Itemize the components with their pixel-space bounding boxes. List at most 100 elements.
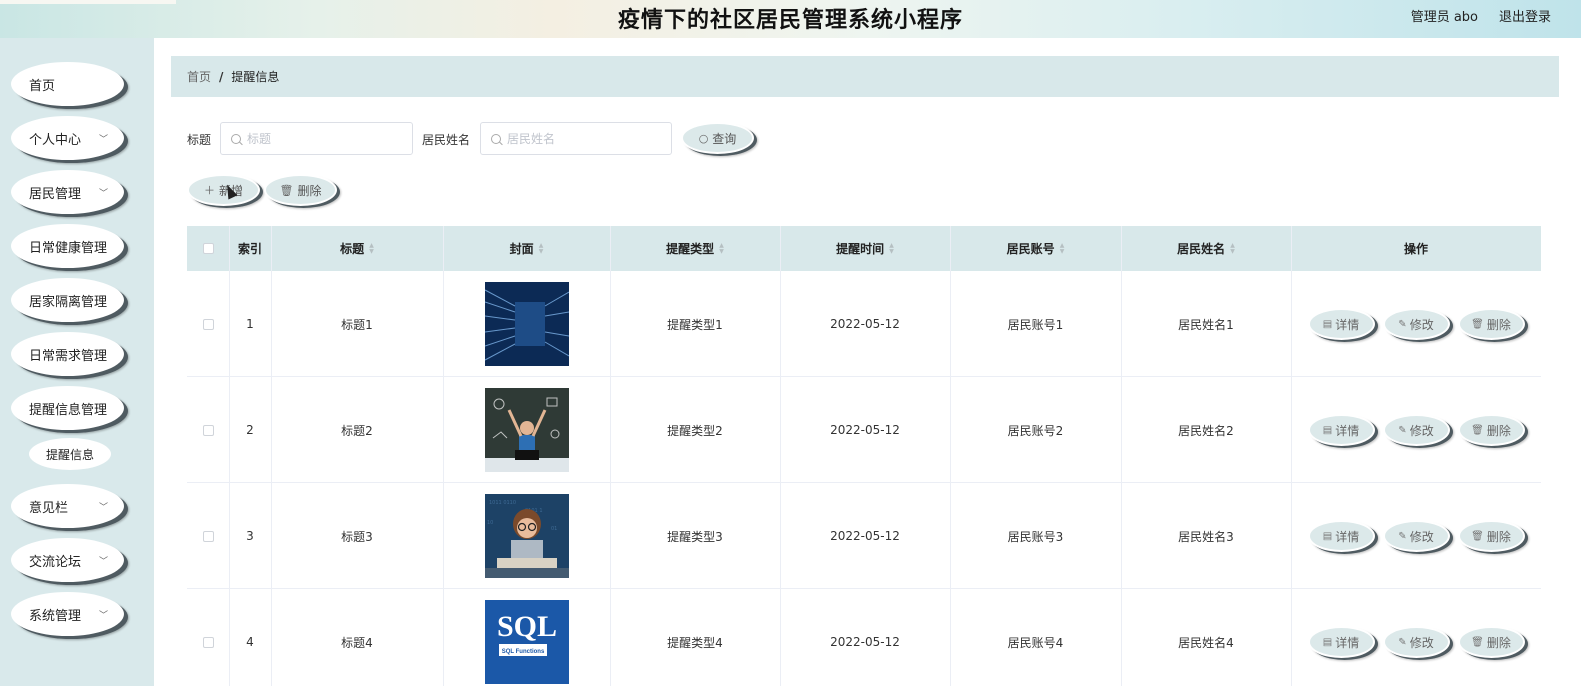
checkbox[interactable]	[202, 318, 214, 330]
actions-cell: ▤ 详情 ✎ 修改 🗑 删除	[1291, 483, 1541, 589]
query-button[interactable]: ○ 查询	[681, 122, 754, 154]
delete-button[interactable]: 🗑 删除	[1457, 308, 1525, 340]
logout-link[interactable]: 退出登录	[1499, 6, 1551, 25]
trash-icon: 🗑	[1471, 424, 1484, 436]
chevron-down-icon: ﹀	[98, 557, 108, 567]
checkbox[interactable]	[202, 424, 214, 436]
column-header-account[interactable]: 居民账号 ▲ ▼	[950, 226, 1121, 271]
svg-text:1011 0110: 1011 0110	[489, 500, 516, 506]
checkbox[interactable]	[202, 243, 214, 254]
sidebar-subitem-label: 提醒信息	[45, 447, 94, 462]
sort-icon[interactable]: ▲ ▼	[889, 242, 894, 255]
batch-delete-button[interactable]: 🗑 删除	[264, 174, 337, 206]
delete-button[interactable]: 🗑 删除	[1457, 626, 1525, 658]
query-button-label: 查询	[712, 131, 737, 146]
column-header-title[interactable]: 标题 ▲ ▼	[271, 226, 443, 271]
type-cell: 提醒类型3	[667, 529, 723, 544]
detail-button[interactable]: ▤ 详情	[1307, 414, 1375, 446]
row-select-cell[interactable]	[187, 483, 229, 589]
title-search-placeholder: 标题	[247, 132, 272, 146]
name-search-input[interactable]: 居民姓名	[480, 122, 672, 155]
column-divider	[1121, 226, 1122, 686]
row-select-cell[interactable]	[187, 377, 229, 483]
table-row: 3 标题3 1011 01100101 11001 提醒类型3 2022-05-…	[187, 483, 1541, 589]
title-search-input[interactable]: 标题	[220, 122, 413, 155]
chevron-down-icon: ﹀	[98, 189, 108, 199]
sidebar-item-resident-management[interactable]: 居民管理 ﹀	[11, 170, 124, 214]
chevron-down-icon: ﹀	[98, 611, 108, 621]
account-cell: 居民账号2	[1007, 423, 1064, 438]
time-cell: 2022-05-12	[830, 423, 900, 437]
checkbox[interactable]	[202, 530, 214, 542]
sidebar-item-forum[interactable]: 交流论坛 ﹀	[11, 538, 124, 582]
breadcrumb-home[interactable]: 首页	[187, 68, 211, 85]
trash-icon: 🗑	[1471, 530, 1484, 542]
title-search-label: 标题	[187, 133, 212, 147]
index-cell: 1	[246, 317, 254, 331]
column-header-name[interactable]: 居民姓名 ▲ ▼	[1121, 226, 1291, 271]
type-cell: 提醒类型1	[667, 317, 723, 332]
cover-image-girl-keyboard[interactable]: 1011 01100101 11001	[484, 494, 569, 578]
detail-button[interactable]: ▤ 详情	[1307, 308, 1375, 340]
sort-icon[interactable]: ▲ ▼	[1060, 242, 1065, 255]
column-header-label: 标题	[340, 242, 365, 256]
chevron-down-icon: ﹀	[98, 135, 108, 145]
cover-cell	[443, 271, 610, 377]
sort-icon[interactable]: ▲ ▼	[539, 242, 544, 255]
column-header-cover[interactable]: 封面 ▲ ▼	[443, 226, 610, 271]
sidebar-item-reminder-management[interactable]: 提醒信息管理	[11, 386, 124, 430]
edit-button[interactable]: ✎ 修改	[1382, 520, 1450, 552]
sort-icon[interactable]: ▲ ▼	[719, 242, 724, 255]
search-icon: ○	[698, 131, 709, 145]
sidebar-item-label: 居民管理	[29, 186, 82, 202]
checkbox[interactable]	[202, 636, 214, 648]
svg-text:01: 01	[551, 526, 557, 532]
breadcrumb: 首页 / 提醒信息	[171, 56, 1559, 97]
column-header-index: 索引	[229, 226, 271, 271]
row-select-cell[interactable]	[187, 271, 229, 377]
sidebar-item-home[interactable]: 首页	[11, 62, 124, 106]
edit-button[interactable]: ✎ 修改	[1382, 626, 1450, 658]
delete-button[interactable]: 🗑 删除	[1457, 520, 1525, 552]
table-row: 4 标题4 SQL SQL Functions 提醒类型4 2022-05-12…	[187, 589, 1541, 686]
breadcrumb-separator: /	[219, 69, 224, 84]
column-header-time[interactable]: 提醒时间 ▲ ▼	[780, 226, 950, 271]
edit-button[interactable]: ✎ 修改	[1382, 414, 1450, 446]
detail-button-label: 详情	[1335, 635, 1360, 650]
sidebar-item-daily-health[interactable]: 日常健康管理	[11, 224, 124, 268]
sort-icon[interactable]: ▲ ▼	[1230, 242, 1235, 255]
cover-image-sql-functions[interactable]: SQL SQL Functions	[484, 600, 569, 684]
sidebar-item-system-management[interactable]: 系统管理 ﹀	[11, 592, 124, 636]
sidebar-item-label: 日常需求管理	[29, 348, 108, 364]
pencil-icon: ✎	[1398, 636, 1407, 648]
sidebar-item-personal-center[interactable]: 个人中心 ﹀	[11, 116, 124, 160]
account-cell: 居民账号4	[1007, 635, 1064, 650]
document-icon: ▤	[1322, 530, 1333, 542]
sidebar-subitem-reminder-info[interactable]: 提醒信息	[29, 438, 111, 470]
header-select-all[interactable]	[187, 226, 229, 271]
edit-button[interactable]: ✎ 修改	[1382, 308, 1450, 340]
pencil-icon: ✎	[1398, 318, 1407, 330]
index-cell: 2	[246, 423, 254, 437]
sort-icon[interactable]: ▲ ▼	[369, 242, 374, 255]
row-select-cell[interactable]	[187, 589, 229, 686]
cover-image-chalkboard-boy[interactable]	[484, 388, 569, 472]
detail-button[interactable]: ▤ 详情	[1307, 626, 1375, 658]
table-row: 1 标题1 提醒类型1 2022-05-12 居民账号1 居民姓名1 ▤ 详情 ✎…	[187, 271, 1541, 377]
sidebar-item-feedback[interactable]: 意见栏 ﹀	[11, 484, 124, 528]
cover-image-code-tunnel[interactable]	[484, 282, 569, 366]
type-cell: 提醒类型4	[667, 635, 723, 650]
sidebar-item-label: 交流论坛	[29, 554, 82, 570]
column-header-type[interactable]: 提醒类型 ▲ ▼	[610, 226, 780, 271]
sidebar-item-home-quarantine[interactable]: 居家隔离管理	[11, 278, 124, 322]
time-cell: 2022-05-12	[830, 317, 900, 331]
cover-sql-subtitle: SQL Functions	[501, 649, 544, 655]
sidebar-item-daily-needs[interactable]: 日常需求管理	[11, 332, 124, 376]
detail-button-label: 详情	[1335, 317, 1360, 332]
delete-button[interactable]: 🗑 删除	[1457, 414, 1525, 446]
admin-user-label: 管理员 abo	[1410, 10, 1478, 25]
detail-button[interactable]: ▤ 详情	[1307, 520, 1375, 552]
account-cell: 居民账号1	[1007, 317, 1064, 332]
index-cell: 4	[246, 635, 254, 649]
column-divider	[950, 226, 951, 686]
